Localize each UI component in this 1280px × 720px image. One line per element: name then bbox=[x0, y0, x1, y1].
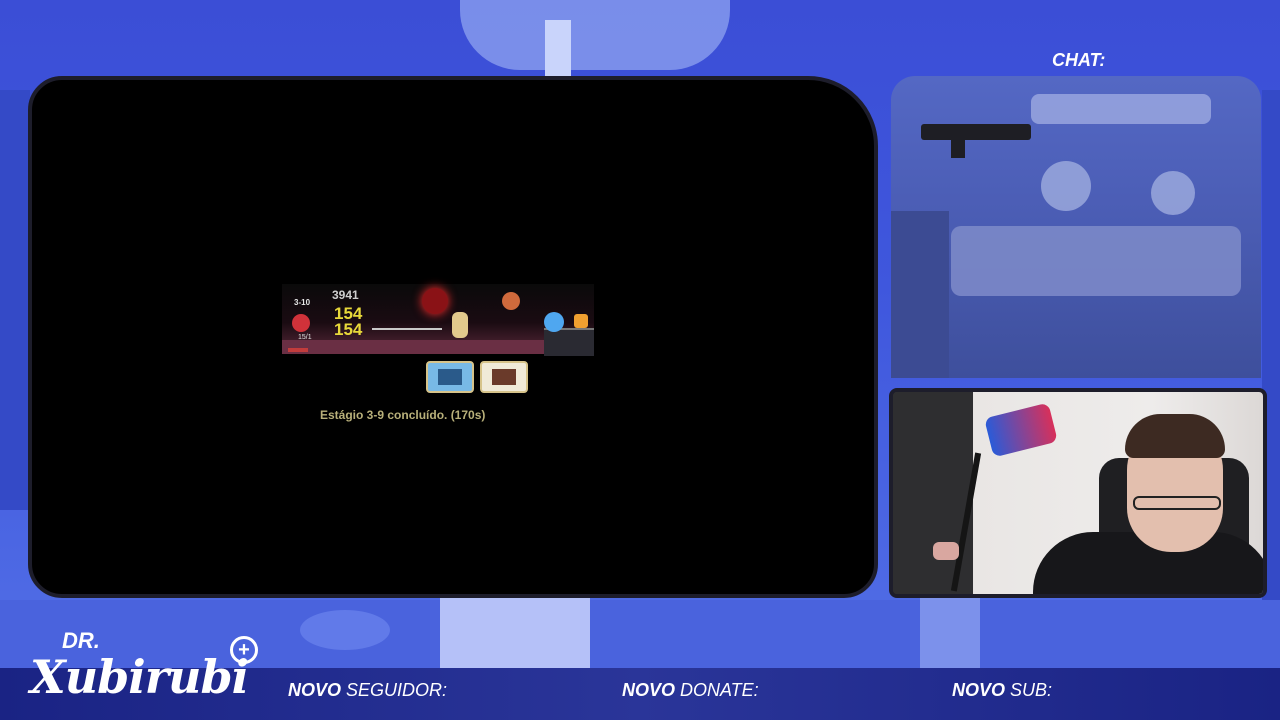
hero-sprite bbox=[452, 312, 468, 338]
item-art bbox=[492, 369, 516, 385]
surgical-lamp bbox=[1041, 161, 1091, 211]
battle-floor bbox=[282, 340, 544, 354]
slash-effect bbox=[372, 328, 442, 330]
operating-table bbox=[951, 226, 1241, 296]
background-ring bbox=[300, 610, 390, 650]
boss-sprite bbox=[422, 288, 448, 314]
ceiling-light bbox=[1031, 94, 1211, 124]
alert-text: SUB: bbox=[1005, 680, 1053, 700]
room-cabinet bbox=[891, 211, 949, 378]
background-surgical-lamp bbox=[460, 0, 730, 70]
game-capture-frame: 3-10 3941 154 154 15/1 Estágio 3-9 concl… bbox=[28, 76, 878, 598]
new-follower-alert: NOVO SEGUIDOR: bbox=[288, 680, 447, 701]
logo-plus-icon: + bbox=[230, 636, 258, 664]
background-cabinet-left bbox=[0, 90, 30, 510]
enemy-sprite bbox=[292, 314, 310, 332]
battle-side-panel bbox=[544, 328, 594, 356]
chat-panel[interactable] bbox=[891, 76, 1261, 378]
new-donate-alert: NOVO DONATE: bbox=[622, 680, 759, 701]
webcam-hand bbox=[933, 542, 959, 560]
game-battle-strip: 3-10 3941 154 154 15/1 bbox=[282, 284, 594, 356]
damage-number: 154 bbox=[334, 320, 363, 339]
background-lamp-pole bbox=[545, 20, 571, 80]
enemy-sprite bbox=[502, 292, 520, 310]
gold-count: 3941 bbox=[332, 288, 359, 302]
hp-tag: 15/1 bbox=[298, 334, 312, 341]
rifle-icon bbox=[921, 124, 1031, 140]
surgical-lamp bbox=[1151, 171, 1195, 215]
chest-icon bbox=[574, 314, 588, 328]
background-bed bbox=[440, 598, 590, 668]
alert-bold: NOVO bbox=[622, 680, 676, 700]
rifle-grip bbox=[951, 138, 965, 158]
alert-bold: NOVO bbox=[288, 680, 342, 700]
hp-bar bbox=[288, 348, 308, 352]
microphone-icon bbox=[984, 402, 1058, 458]
stage-tag: 3-10 bbox=[294, 298, 311, 307]
alert-text: SEGUIDOR: bbox=[341, 680, 448, 700]
orb-icon bbox=[544, 312, 564, 332]
reward-chest-icon[interactable] bbox=[480, 361, 528, 393]
logo-name: Xubirubi bbox=[30, 650, 249, 704]
reward-item-icon[interactable] bbox=[426, 361, 474, 393]
item-art bbox=[438, 369, 462, 385]
new-sub-alert: NOVO SUB: bbox=[952, 680, 1052, 701]
glasses-icon bbox=[1133, 496, 1221, 510]
alert-bold: NOVO bbox=[952, 680, 1006, 700]
stage-complete-message: Estágio 3-9 concluído. (170s) bbox=[320, 408, 486, 422]
webcam-feed bbox=[889, 388, 1267, 598]
streamer-hair bbox=[1125, 414, 1225, 458]
chat-label: CHAT: bbox=[1052, 50, 1106, 70]
alert-text: DONATE: bbox=[675, 680, 759, 700]
background-monitor bbox=[920, 598, 980, 668]
